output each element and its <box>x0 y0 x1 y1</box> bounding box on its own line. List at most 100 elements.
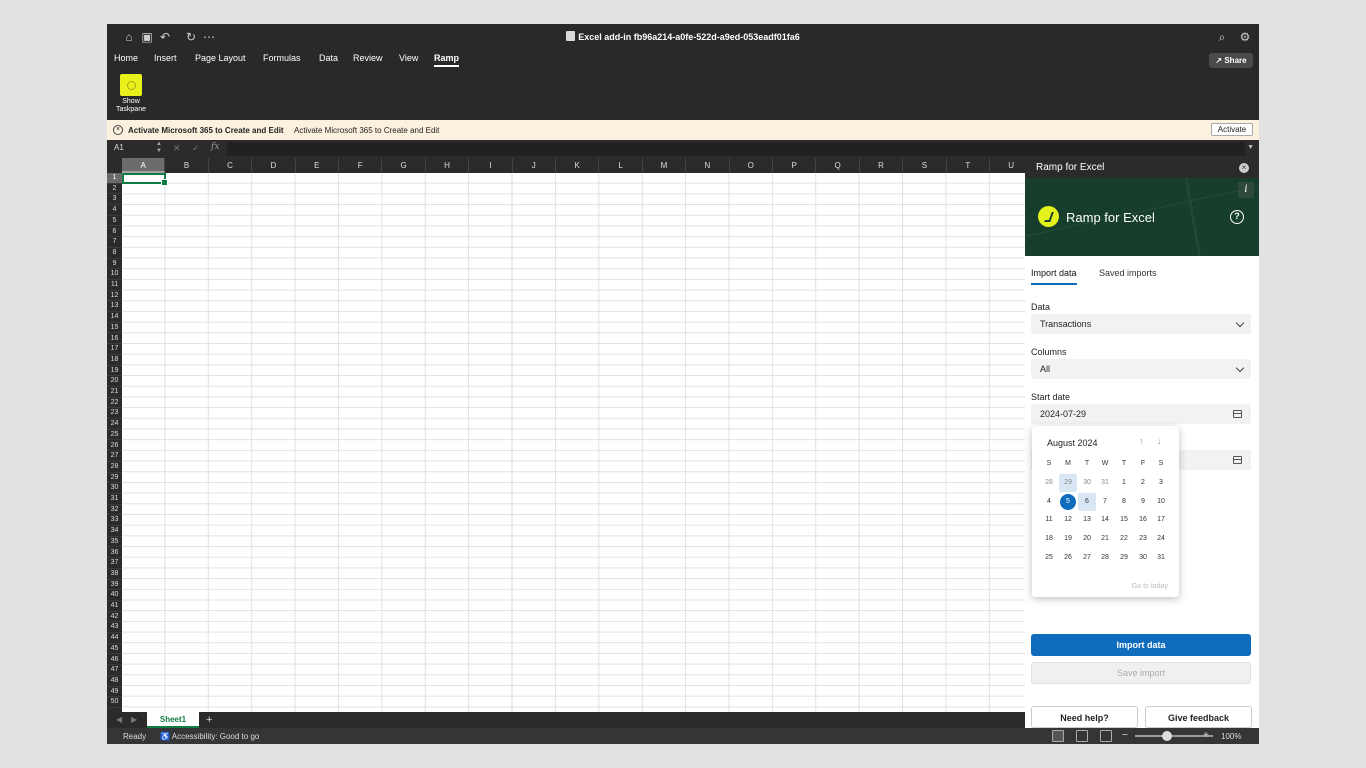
column-header-t[interactable]: T <box>947 158 990 173</box>
row-header-27[interactable]: 27 <box>107 451 122 462</box>
calendar-day[interactable]: 10 <box>1152 493 1170 511</box>
row-header-2[interactable]: 2 <box>107 184 122 195</box>
calendar-day[interactable]: 11 <box>1040 511 1058 529</box>
row-header-21[interactable]: 21 <box>107 387 122 398</box>
search-icon[interactable]: ⌕ <box>1215 30 1229 44</box>
row-header-30[interactable]: 30 <box>107 483 122 494</box>
row-header-20[interactable]: 20 <box>107 376 122 387</box>
calendar-day[interactable]: 27 <box>1078 549 1096 567</box>
calendar-day[interactable]: 14 <box>1096 511 1114 529</box>
row-header-28[interactable]: 28 <box>107 462 122 473</box>
close-icon[interactable]: × <box>1239 163 1249 173</box>
function-icon[interactable]: fx <box>211 142 219 152</box>
row-header-26[interactable]: 26 <box>107 441 122 452</box>
row-header-39[interactable]: 39 <box>107 580 122 591</box>
row-header-43[interactable]: 43 <box>107 622 122 634</box>
row-header-24[interactable]: 24 <box>107 419 122 430</box>
calendar-day[interactable]: 19 <box>1059 530 1077 548</box>
calendar-day[interactable]: 17 <box>1152 511 1170 529</box>
calendar-day[interactable]: 31 <box>1096 474 1114 492</box>
calendar-day[interactable]: 28 <box>1040 474 1058 492</box>
column-header-m[interactable]: M <box>643 158 687 173</box>
column-header-u[interactable]: U <box>990 158 1025 173</box>
help-icon[interactable]: ? <box>1230 210 1244 224</box>
calendar-day[interactable]: 21 <box>1096 530 1114 548</box>
calendar-day[interactable]: 18 <box>1040 530 1058 548</box>
calendar-day[interactable]: 8 <box>1115 493 1133 511</box>
calendar-day[interactable]: 4 <box>1040 493 1058 511</box>
row-header-7[interactable]: 7 <box>107 237 122 248</box>
spreadsheet-grid[interactable]: ABCDEFGHIJKLMNOPQRSTU 1 2 3 4 5 6 7 8 9 10 11 12 13 1… <box>107 158 1025 712</box>
select-all-corner[interactable] <box>107 158 122 173</box>
row-header-23[interactable]: 23 <box>107 408 122 420</box>
column-header-j[interactable]: J <box>513 158 556 173</box>
row-header-35[interactable]: 35 <box>107 537 122 548</box>
row-header-32[interactable]: 32 <box>107 505 122 516</box>
accessibility-status[interactable]: ♿ Accessibility: Good to go <box>160 732 259 741</box>
zoom-level[interactable]: 100% <box>1221 732 1241 741</box>
calendar-day[interactable]: 2 <box>1134 474 1152 492</box>
sheet-tab-sheet1[interactable]: Sheet1 <box>147 712 199 728</box>
row-header-22[interactable]: 22 <box>107 398 122 409</box>
row-header-3[interactable]: 3 <box>107 194 122 206</box>
row-header-33[interactable]: 33 <box>107 515 122 527</box>
column-header-n[interactable]: N <box>686 158 730 173</box>
calendar-day[interactable]: 23 <box>1134 530 1152 548</box>
row-header-17[interactable]: 17 <box>107 344 122 355</box>
column-header-k[interactable]: K <box>556 158 600 173</box>
tab-saved-imports[interactable]: Saved imports <box>1099 268 1157 278</box>
calendar-day[interactable]: 25 <box>1040 549 1058 567</box>
row-header-31[interactable]: 31 <box>107 494 122 505</box>
prev-sheet-icon[interactable]: ◀ <box>116 715 122 724</box>
row-header-4[interactable]: 4 <box>107 205 122 216</box>
row-header-44[interactable]: 44 <box>107 633 122 644</box>
calendar-day[interactable]: 22 <box>1115 530 1133 548</box>
import-data-button[interactable]: Import data <box>1031 634 1251 656</box>
calendar-day[interactable]: 31 <box>1152 549 1170 567</box>
row-header-49[interactable]: 49 <box>107 687 122 698</box>
cancel-icon[interactable]: ✕ <box>173 143 181 154</box>
next-sheet-icon[interactable]: ▶ <box>131 715 137 724</box>
normal-view-icon[interactable] <box>1052 730 1064 742</box>
row-header-5[interactable]: 5 <box>107 216 122 227</box>
row-header-14[interactable]: 14 <box>107 312 122 323</box>
page-layout-view-icon[interactable] <box>1076 730 1088 742</box>
row-header-19[interactable]: 19 <box>107 366 122 377</box>
share-button[interactable]: ↗ Share <box>1209 53 1253 68</box>
row-header-25[interactable]: 25 <box>107 430 122 441</box>
activate-button[interactable]: Activate <box>1211 123 1253 136</box>
tab-ramp[interactable]: Ramp <box>434 53 460 67</box>
next-month-icon[interactable]: ↓ <box>1157 436 1162 446</box>
column-header-g[interactable]: G <box>382 158 426 173</box>
zoom-out-button[interactable]: − <box>1122 730 1128 742</box>
column-header-d[interactable]: D <box>252 158 296 173</box>
row-header-47[interactable]: 47 <box>107 665 122 676</box>
add-sheet-button[interactable]: + <box>206 713 212 727</box>
calendar-day[interactable]: 13 <box>1078 511 1096 529</box>
calendar-day[interactable]: 5 <box>1059 493 1077 511</box>
column-header-a[interactable]: A <box>122 158 166 173</box>
row-header-38[interactable]: 38 <box>107 569 122 580</box>
give-feedback-button[interactable]: Give feedback <box>1145 706 1252 728</box>
column-header-e[interactable]: E <box>296 158 339 173</box>
row-header-1[interactable]: 1 <box>107 173 122 184</box>
calendar-day[interactable]: 29 <box>1115 549 1133 567</box>
row-header-15[interactable]: 15 <box>107 323 122 334</box>
calendar-day[interactable]: 1 <box>1115 474 1133 492</box>
row-header-34[interactable]: 34 <box>107 526 122 537</box>
tab-insert[interactable]: Insert <box>154 53 177 63</box>
name-box[interactable]: A1 <box>114 143 124 152</box>
row-header-8[interactable]: 8 <box>107 248 122 259</box>
calendar-icon[interactable] <box>1233 456 1242 464</box>
calendar-day[interactable]: 26 <box>1059 549 1077 567</box>
calendar-day[interactable]: 16 <box>1134 511 1152 529</box>
column-header-b[interactable]: B <box>165 158 209 173</box>
row-header-48[interactable]: 48 <box>107 676 122 687</box>
row-header-41[interactable]: 41 <box>107 601 122 612</box>
row-header-42[interactable]: 42 <box>107 612 122 623</box>
column-header-r[interactable]: R <box>860 158 904 173</box>
row-header-18[interactable]: 18 <box>107 355 122 366</box>
row-header-29[interactable]: 29 <box>107 473 122 484</box>
calendar-day[interactable]: 12 <box>1059 511 1077 529</box>
row-header-37[interactable]: 37 <box>107 558 122 569</box>
